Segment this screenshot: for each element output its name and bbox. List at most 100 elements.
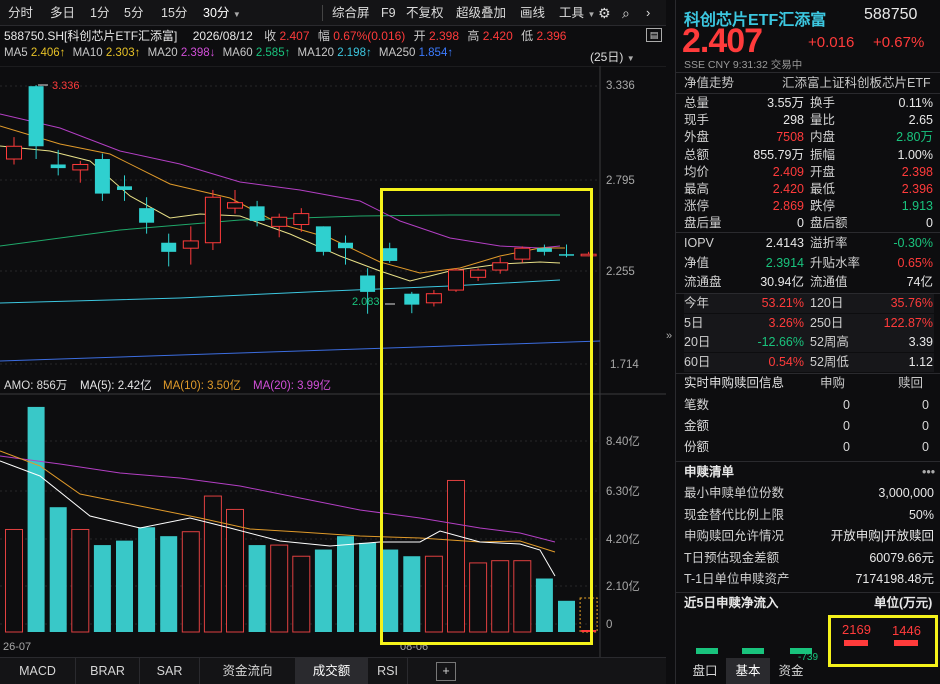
realtime-row: 笔数 0 0 — [684, 396, 934, 415]
last-price: 2.407 — [682, 22, 763, 60]
etf-row: IOPV 2.4143 溢折率 -0.30% — [684, 234, 934, 253]
quote-value: 298 — [783, 113, 804, 128]
info-badge-icon[interactable]: ▤ — [646, 28, 662, 42]
range-selector[interactable]: (25日) ▼ — [590, 48, 635, 65]
quote-label: 开盘 — [810, 164, 836, 179]
volume-bar — [160, 536, 178, 632]
realtime-col-subscribe: 申购 — [820, 376, 846, 390]
chevron-down-icon: ▼ — [232, 10, 241, 19]
perf-value: 1.12 — [908, 354, 933, 369]
period-fenshi[interactable]: 分时 — [8, 4, 33, 22]
period-duori[interactable]: 多日 — [50, 4, 75, 22]
volume-bar — [469, 562, 488, 633]
realtime-value: 0 — [843, 419, 850, 433]
redeem-label: T-1日单位申赎资产 — [684, 572, 790, 587]
perf-label: 52周高 — [810, 335, 849, 349]
quote-value: 2.65 — [908, 113, 933, 128]
realtime-value: 0 — [843, 440, 850, 454]
quote-row: 现手 298 量比 2.65 — [684, 111, 934, 130]
ma250-value: 1.854↑ — [418, 47, 454, 59]
perf-label: 5日 — [684, 315, 704, 330]
redeem-label: T日预估现金差额 — [684, 550, 780, 565]
volume-bar — [513, 560, 532, 633]
realtime-label: 份额 — [684, 440, 710, 454]
add-indicator-button[interactable]: + — [436, 662, 456, 681]
tab-turnover[interactable]: 成交额 — [296, 658, 368, 684]
search-icon[interactable]: ⌕ — [622, 4, 630, 22]
close-label: 收 — [264, 29, 277, 43]
redeem-value: 3,000,000 — [878, 486, 934, 500]
quote-value: 855.79万 — [753, 147, 804, 162]
redeem-row: 申购赎回允许情况 开放申购|开放赎回 — [684, 527, 934, 546]
tab-brar[interactable]: BRAR — [76, 658, 140, 684]
tracked-index: 汇添富上证科创板芯片ETF — [782, 76, 931, 90]
tool-f9[interactable]: F9 — [381, 4, 396, 22]
kline-chart[interactable]: 3.336 2.083 3.336 2.795 2.255 1.714 AMO:… — [0, 66, 666, 657]
nav-trend-label: 净值走势 — [684, 76, 735, 90]
net-flow-header: 近5日申赎净流入 单位(万元) — [684, 594, 934, 613]
volume-bar — [270, 544, 289, 633]
quote-label: 换手 — [810, 96, 836, 110]
quote-value: 0 — [797, 216, 804, 231]
tab-capital[interactable]: 资金 — [770, 658, 812, 684]
quote-info-line: 588750.SH[科创芯片ETF汇添富] 2026/08/12 收 2.407… — [4, 27, 566, 44]
tab-macd[interactable]: MACD — [0, 658, 76, 684]
nav-trend-row[interactable]: 净值走势 汇添富上证科创板芯片ETF — [684, 74, 934, 93]
tool-fuquan[interactable]: 不复权 — [406, 4, 444, 22]
perf-value: 0.54% — [768, 354, 804, 369]
tool-zonghe[interactable]: 综合屏 — [332, 4, 370, 22]
quote-value: 3.55万 — [767, 96, 804, 110]
tool-tools[interactable]: 工具 ▼ — [559, 4, 595, 22]
tool-draw[interactable]: 画线 — [520, 4, 545, 22]
quote-label: 盘后量 — [684, 216, 722, 231]
redeem-value: 50% — [908, 507, 934, 522]
volume-bar — [5, 528, 23, 633]
change-value: 0.67%(0.016) — [333, 29, 406, 43]
redeem-label: 申购赎回允许情况 — [684, 529, 785, 544]
volume-bar — [381, 549, 399, 632]
indicator-tabs: MACD BRAR SAR 资金流向 成交额 RSI + — [0, 657, 666, 684]
period-15min[interactable]: 15分 — [161, 4, 187, 22]
volume-bar — [116, 540, 133, 632]
bar-date: 2026/08/12 — [192, 29, 253, 43]
volume-bar — [71, 528, 90, 633]
redeem-list-header: 申赎清单 ••• — [684, 463, 935, 482]
tab-fund-flow[interactable]: 资金流向 — [200, 658, 296, 684]
period-5min[interactable]: 5分 — [124, 4, 143, 22]
net-flow-value-1: 2169 — [842, 622, 871, 637]
quote-label: 振幅 — [810, 147, 836, 162]
candle — [204, 189, 221, 251]
etf-label: 溢折率 — [810, 236, 848, 250]
volume-bar — [181, 531, 200, 633]
high-marker-label: 3.336 — [52, 80, 80, 92]
etf-value: 2.4143 — [765, 236, 804, 250]
realtime-value: 0 — [922, 419, 929, 433]
tab-sar[interactable]: SAR — [140, 658, 200, 684]
quote-value: 2.409 — [772, 164, 804, 179]
net-flow-value-2: 1446 — [892, 623, 921, 638]
expand-arrow-icon[interactable]: › — [646, 4, 650, 22]
tab-basic[interactable]: 基本 — [726, 658, 770, 684]
etf-value: 74亿 — [906, 275, 933, 289]
high-label: 高 — [467, 29, 480, 43]
price-change-pct: +0.67% — [873, 34, 925, 51]
volume-bar — [424, 555, 443, 633]
ma250-label: MA250 — [378, 47, 416, 59]
quote-label: 总量 — [684, 96, 710, 110]
redeem-row: T日预估现金差额 60079.66元 — [684, 549, 934, 568]
more-icon[interactable]: ••• — [922, 463, 935, 482]
realtime-row: 金额 0 0 — [684, 417, 934, 436]
volume-bar — [337, 536, 354, 632]
ma5-value: 2.406↑ — [30, 47, 66, 59]
price-tick: 2.255 — [606, 266, 635, 278]
quote-row: 盘后量 0 盘后额 0 — [684, 214, 934, 233]
period-1min[interactable]: 1分 — [90, 4, 109, 22]
tool-superposition[interactable]: 超级叠加 — [456, 4, 506, 22]
perf-value: 53.21% — [761, 296, 804, 310]
settings-gear-icon[interactable]: ⚙ — [598, 4, 611, 22]
tab-rsi[interactable]: RSI — [368, 658, 408, 684]
collapse-panel-icon[interactable]: » — [666, 330, 675, 342]
tab-order-book[interactable]: 盘口 — [684, 658, 726, 684]
period-30min[interactable]: 30分 ▼ — [203, 4, 241, 22]
quote-value: 1.913 — [901, 199, 933, 214]
